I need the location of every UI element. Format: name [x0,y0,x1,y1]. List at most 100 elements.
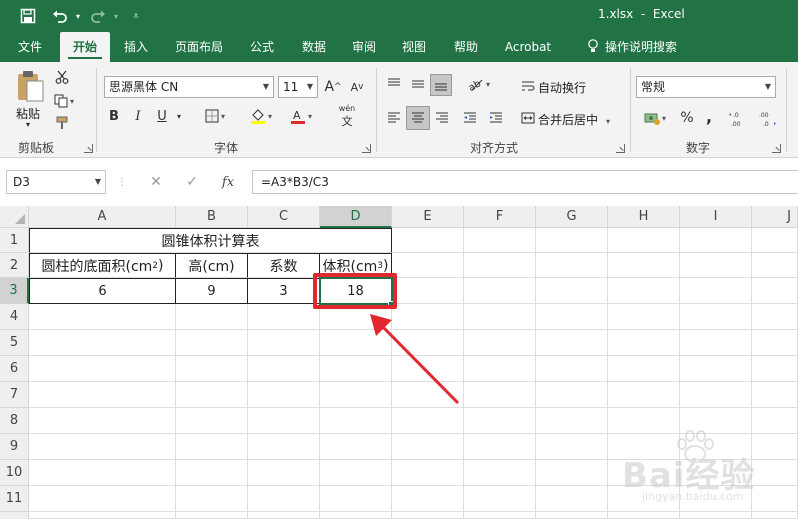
column-header-b[interactable]: B [176,206,248,228]
row-header-2[interactable]: 2 [0,253,29,278]
bold-button[interactable]: B [106,106,122,126]
formula-input[interactable]: =A3*B3/C3 [252,170,798,194]
fill-color-button[interactable]: ▾ [244,106,278,126]
empty-cell[interactable] [176,460,248,486]
align-left-icon[interactable] [384,108,404,128]
empty-cell[interactable] [248,304,320,330]
empty-cell[interactable] [680,356,752,382]
empty-cell[interactable] [464,330,536,356]
value-cell-a3[interactable]: 6 [29,278,176,304]
table-title-cell[interactable]: 圆锥体积计算表 [29,228,392,253]
underline-button[interactable]: U [154,106,170,126]
row-header-9[interactable]: 9 [0,434,29,460]
empty-cell[interactable] [392,512,464,519]
empty-cell[interactable] [248,460,320,486]
cell-e1[interactable] [392,228,464,253]
empty-cell[interactable] [29,356,176,382]
empty-cell[interactable] [464,434,536,460]
row-header-8[interactable]: 8 [0,408,29,434]
column-header-i[interactable]: I [680,206,752,228]
phonetic-guide-button[interactable]: wén 文 [330,104,364,128]
empty-cell[interactable] [176,356,248,382]
format-painter-icon[interactable] [52,114,72,132]
tab-help[interactable]: 帮助 [444,32,488,62]
empty-cell[interactable] [29,512,176,519]
empty-cell[interactable] [29,486,176,512]
row-header-10[interactable]: 10 [0,460,29,486]
row-header-4[interactable]: 4 [0,304,29,330]
empty-cell[interactable] [536,408,608,434]
cell-i2[interactable] [680,253,752,278]
font-size-select[interactable]: 11 ▼ [278,76,318,98]
decrease-indent-icon[interactable] [460,108,480,128]
cell-h2[interactable] [608,253,680,278]
empty-cell[interactable] [464,408,536,434]
tab-home[interactable]: 开始 [60,32,110,62]
empty-cell[interactable] [680,304,752,330]
header-cell-a2[interactable]: 圆柱的底面积(cm 2) [29,253,176,278]
increase-indent-icon[interactable] [486,108,506,128]
align-center-icon[interactable] [406,106,430,130]
empty-cell[interactable] [608,330,680,356]
cell-e2[interactable] [392,253,464,278]
value-cell-b3[interactable]: 9 [176,278,248,304]
empty-cell[interactable] [392,460,464,486]
empty-cell[interactable] [536,382,608,408]
tab-page-layout[interactable]: 页面布局 [166,32,232,62]
empty-cell[interactable] [536,330,608,356]
cell-j2[interactable] [752,253,798,278]
name-box[interactable]: D3 ▼ [6,170,106,194]
empty-cell[interactable] [320,434,392,460]
undo-icon[interactable] [50,6,70,26]
empty-cell[interactable] [464,304,536,330]
underline-dropdown-icon[interactable]: ▾ [174,106,184,126]
header-cell-b2[interactable]: 高(cm) [176,253,248,278]
cell-h3[interactable] [608,278,680,304]
empty-cell[interactable] [536,512,608,519]
empty-cell[interactable] [248,382,320,408]
empty-cell[interactable] [176,304,248,330]
empty-cell[interactable] [248,356,320,382]
empty-cell[interactable] [464,460,536,486]
clipboard-launcher-icon[interactable] [84,144,93,153]
cell-g1[interactable] [536,228,608,253]
borders-button[interactable]: ▾ [198,106,232,126]
cell-e3[interactable] [392,278,464,304]
empty-cell[interactable] [608,304,680,330]
font-name-select[interactable]: 思源黑体 CN ▼ [104,76,274,98]
empty-cell[interactable] [248,486,320,512]
empty-cell[interactable] [176,486,248,512]
cell-j3[interactable] [752,278,798,304]
empty-cell[interactable] [680,330,752,356]
decrease-decimal-icon[interactable]: .00.0 [756,108,778,130]
empty-cell[interactable] [680,512,752,519]
empty-cell[interactable] [29,434,176,460]
column-header-a[interactable]: A [29,206,176,228]
column-header-e[interactable]: E [392,206,464,228]
grow-font-button[interactable]: A ^ [324,76,342,98]
align-right-icon[interactable] [432,108,452,128]
alignment-launcher-icon[interactable] [616,144,625,153]
empty-cell[interactable] [320,486,392,512]
empty-cell[interactable] [320,512,392,519]
tab-acrobat[interactable]: Acrobat [496,32,560,62]
column-header-d[interactable]: D [320,206,392,228]
tab-file[interactable]: 文件 [8,32,52,62]
enter-icon[interactable]: ✓ [182,172,202,192]
row-header-6[interactable]: 6 [0,356,29,382]
empty-cell[interactable] [248,408,320,434]
undo-dropdown-icon[interactable]: ▾ [68,6,88,26]
empty-cell[interactable] [248,512,320,519]
row-header-5[interactable]: 5 [0,330,29,356]
accounting-format-icon[interactable]: ▾ [638,108,672,128]
redo-icon[interactable] [88,6,108,26]
empty-cell[interactable] [608,356,680,382]
empty-cell[interactable] [752,330,798,356]
shrink-font-button[interactable]: Av [348,76,366,98]
empty-cell[interactable] [29,408,176,434]
empty-cell[interactable] [392,434,464,460]
row-header-1[interactable]: 1 [0,228,29,253]
empty-cell[interactable] [176,382,248,408]
cell-f1[interactable] [464,228,536,253]
cell-f2[interactable] [464,253,536,278]
